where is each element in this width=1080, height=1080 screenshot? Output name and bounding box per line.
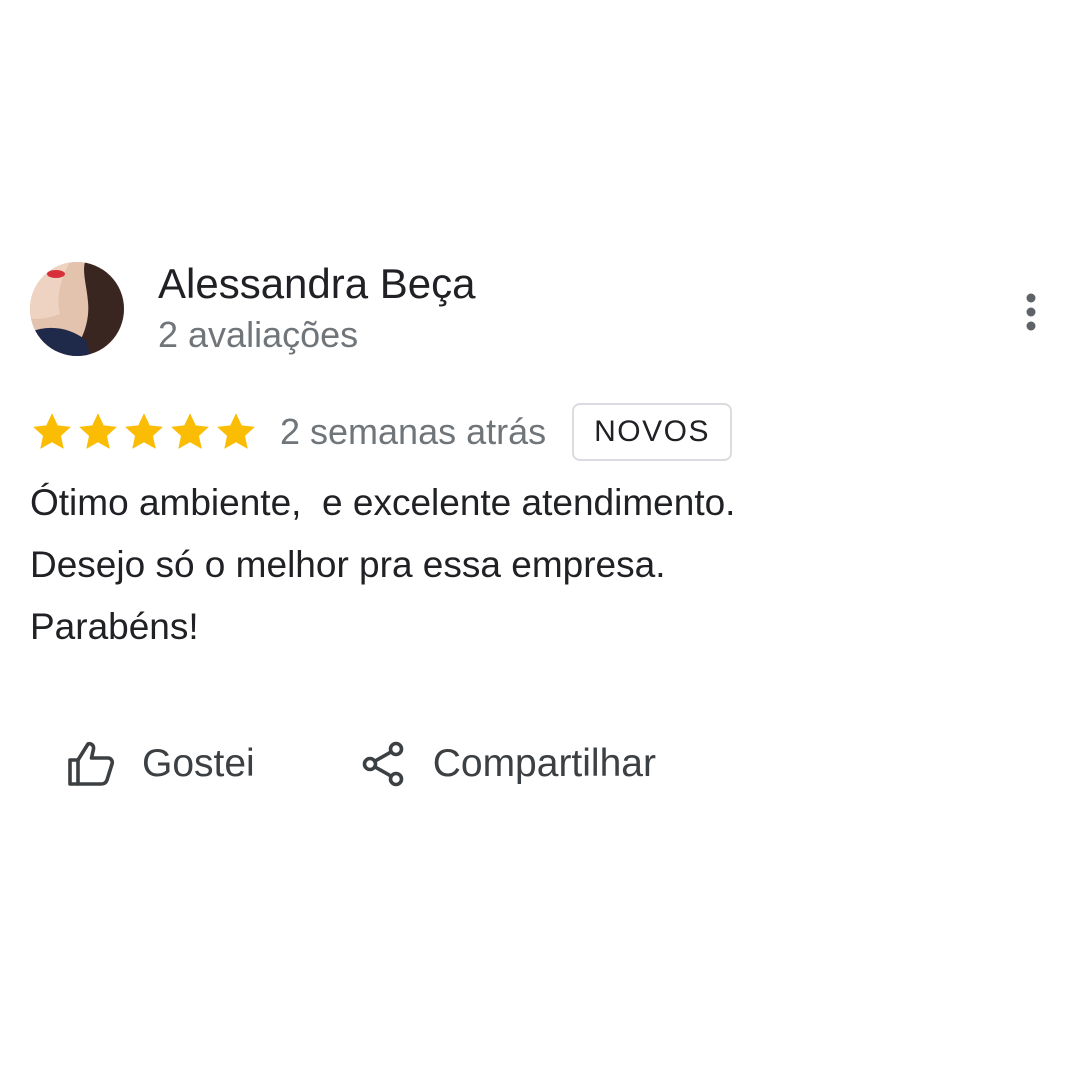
avatar-image bbox=[30, 262, 124, 356]
review-text: Ótimo ambiente, e excelente atendimento.… bbox=[30, 472, 1030, 658]
star-icon bbox=[30, 410, 74, 454]
review-actions: Gostei Compartilhar bbox=[66, 732, 656, 796]
star-rating bbox=[30, 410, 258, 454]
new-badge: NOVOS bbox=[572, 403, 732, 461]
avatar[interactable] bbox=[30, 262, 124, 356]
reviewer-name[interactable]: Alessandra Beça bbox=[158, 258, 476, 310]
like-button[interactable]: Gostei bbox=[66, 740, 255, 788]
share-label: Compartilhar bbox=[432, 742, 656, 785]
more-vert-icon bbox=[1026, 293, 1036, 331]
star-icon bbox=[168, 410, 212, 454]
share-button[interactable]: Compartilhar bbox=[361, 740, 656, 788]
thumb-up-icon bbox=[68, 741, 115, 786]
review-text-line: Ótimo ambiente, e excelente atendimento. bbox=[30, 482, 736, 523]
star-icon bbox=[76, 410, 120, 454]
star-icon bbox=[122, 410, 166, 454]
like-label: Gostei bbox=[142, 742, 255, 785]
star-icon bbox=[214, 410, 258, 454]
review-text-line: Parabéns! bbox=[30, 606, 199, 647]
review-date: 2 semanas atrás bbox=[280, 411, 547, 452]
review-text-line: Desejo só o melhor pra essa empresa. bbox=[30, 544, 666, 585]
review-card: Alessandra Beça 2 avaliações 2 semanas a… bbox=[0, 0, 1080, 1080]
share-icon bbox=[362, 741, 404, 787]
more-options-button[interactable] bbox=[1006, 286, 1056, 338]
rating-row: 2 semanas atrás NOVOS bbox=[30, 400, 732, 464]
reviewer-review-count: 2 avaliações bbox=[158, 314, 359, 355]
